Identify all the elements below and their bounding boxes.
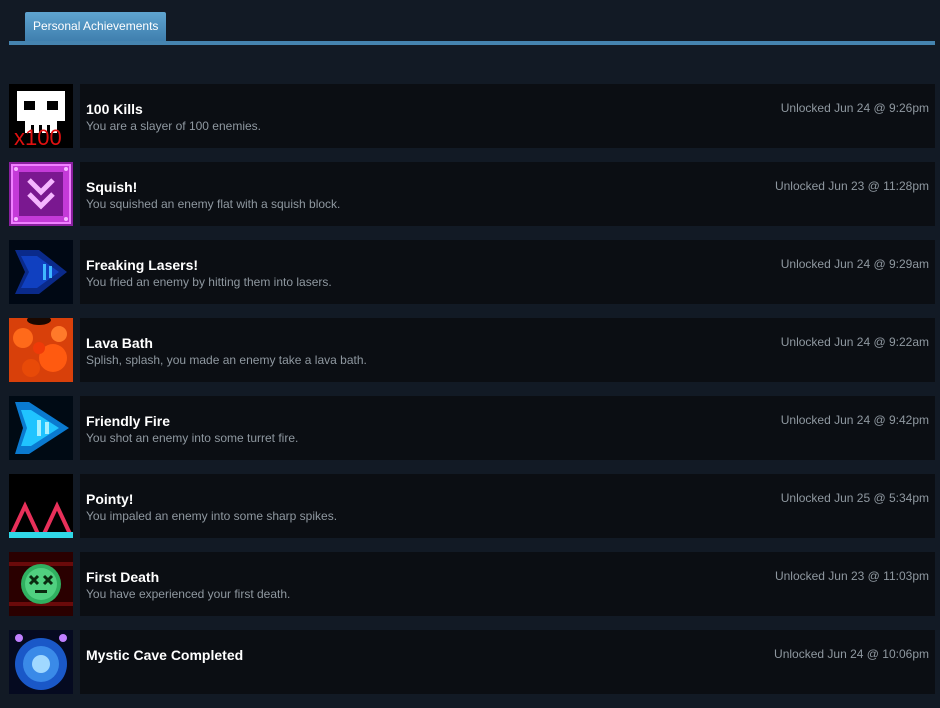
achievement-details: Freaking Lasers! You fried an enemy by h… [80,240,935,304]
achievement-details: 100 Kills You are a slayer of 100 enemie… [80,84,935,148]
unlock-time: Unlocked Jun 23 @ 11:28pm [774,179,929,193]
achievement-title: Mystic Cave Completed [86,647,244,663]
unlock-time: Unlocked Jun 24 @ 9:42pm [780,413,929,427]
achievement-tabs: Personal Achievements [9,12,935,46]
achievement-title: Freaking Lasers! [86,257,199,273]
achievement-row: Mystic Cave Completed Unlocked Jun 24 @ … [9,630,935,694]
unlock-time: Unlocked Jun 24 @ 9:26pm [780,101,929,115]
achievement-title: Squish! [86,179,138,195]
achievement-row: Pointy! You impaled an enemy into some s… [9,474,935,538]
unlock-time: Unlocked Jun 24 @ 10:06pm [774,647,929,661]
achievement-details: Friendly Fire You shot an enemy into som… [80,396,935,460]
achievement-row: Freaking Lasers! You fried an enemy by h… [9,240,935,304]
achievement-row: First Death You have experienced your fi… [9,552,935,616]
achievement-title: Friendly Fire [86,413,171,429]
achievement-title: 100 Kills [86,101,143,117]
achievement-description: You are a slayer of 100 enemies. [86,119,262,133]
skull-x100-icon: x100 [9,84,73,148]
mystic-cave-icon [9,630,73,694]
achievement-title: First Death [86,569,160,585]
unlock-time: Unlocked Jun 25 @ 5:34pm [780,491,929,505]
tab-personal-achievements[interactable]: Personal Achievements [25,12,167,41]
achievement-description: You have experienced your first death. [86,587,291,601]
unlock-time: Unlocked Jun 24 @ 9:22am [780,335,929,349]
spikes-icon [9,474,73,538]
achievement-details: Squish! You squished an enemy flat with … [80,162,935,226]
achievement-description: You squished an enemy flat with a squish… [86,197,341,211]
achievement-description: You fried an enemy by hitting them into … [86,275,332,289]
squish-block-icon [9,162,73,226]
lava-icon [9,318,73,382]
svg-text:x100: x100 [14,125,62,148]
achievement-row: Squish! You squished an enemy flat with … [9,162,935,226]
achievement-description: You shot an enemy into some turret fire. [86,431,299,445]
achievement-row: Lava Bath Splish, splash, you made an en… [9,318,935,382]
achievement-row: x100 100 Kills You are a slayer of 100 e… [9,84,935,148]
achievement-title: Lava Bath [86,335,153,351]
tab-underline [9,41,935,45]
achievement-row: Friendly Fire You shot an enemy into som… [9,396,935,460]
turret-fire-icon [9,396,73,460]
achievement-details: First Death You have experienced your fi… [80,552,935,616]
achievement-title: Pointy! [86,491,134,507]
unlock-time: Unlocked Jun 23 @ 11:03pm [774,569,929,583]
achievement-details: Mystic Cave Completed Unlocked Jun 24 @ … [80,630,935,694]
achievement-details: Pointy! You impaled an enemy into some s… [80,474,935,538]
achievement-description: Splish, splash, you made an enemy take a… [86,353,367,367]
achievement-list: x100 100 Kills You are a slayer of 100 e… [9,84,935,708]
laser-icon [9,240,73,304]
achievement-details: Lava Bath Splish, splash, you made an en… [80,318,935,382]
achievement-description: You impaled an enemy into some sharp spi… [86,509,338,523]
dead-face-icon [9,552,73,616]
unlock-time: Unlocked Jun 24 @ 9:29am [780,257,929,271]
